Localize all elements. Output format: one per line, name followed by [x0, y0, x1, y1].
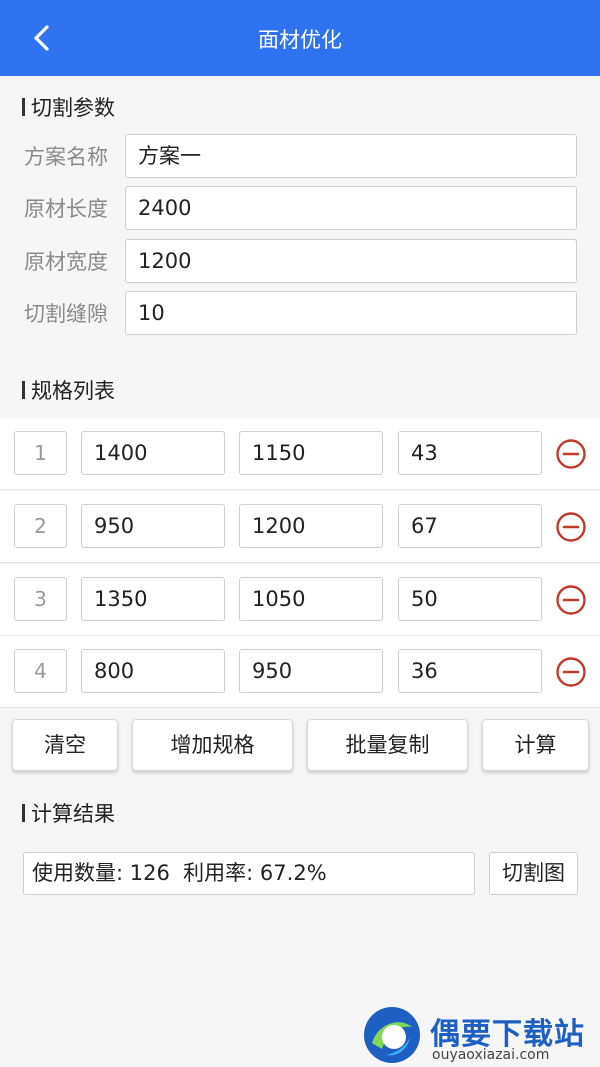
- spec-length-input[interactable]: 1400: [81, 431, 225, 475]
- section-marker: [22, 381, 25, 399]
- watermark: 偶要下载站 ouyaoxiazai.com: [360, 1003, 600, 1067]
- section-title-specs: 规格列表: [22, 375, 115, 405]
- spec-row: 4 800 950 36: [0, 636, 600, 708]
- spec-width-input[interactable]: 1150: [239, 431, 383, 475]
- remove-spec-button[interactable]: [555, 438, 587, 470]
- param-label: 方案名称: [24, 145, 108, 169]
- stock-width-input[interactable]: 1200: [125, 239, 577, 283]
- section-marker: [22, 98, 25, 116]
- section-title-text: 规格列表: [31, 379, 115, 403]
- spec-length-input[interactable]: 1350: [81, 577, 225, 621]
- spec-index: 2: [14, 504, 67, 548]
- minus-circle-icon: [556, 512, 586, 542]
- stock-length-input[interactable]: 2400: [125, 186, 577, 230]
- param-row-plan-name: 方案名称 方案一: [0, 134, 600, 180]
- kerf-input[interactable]: 10: [125, 291, 577, 335]
- clear-button[interactable]: 清空: [12, 719, 118, 771]
- remove-spec-button[interactable]: [555, 511, 587, 543]
- app-header: 面材优化: [0, 0, 600, 76]
- minus-circle-icon: [556, 439, 586, 469]
- spec-index: 1: [14, 431, 67, 475]
- param-row-stock-width: 原材宽度 1200: [0, 239, 600, 285]
- minus-circle-icon: [556, 657, 586, 687]
- section-title-text: 切割参数: [31, 96, 115, 120]
- param-label: 原材宽度: [24, 250, 108, 274]
- spec-index: 4: [14, 649, 67, 693]
- section-title-params: 切割参数: [22, 92, 115, 122]
- section-title-text: 计算结果: [31, 802, 115, 826]
- page-title: 面材优化: [258, 28, 342, 52]
- spec-length-input[interactable]: 800: [81, 649, 225, 693]
- spec-count-input[interactable]: 67: [398, 504, 542, 548]
- section-marker: [22, 804, 25, 822]
- param-row-kerf: 切割缝隙 10: [0, 291, 600, 337]
- param-row-stock-length: 原材长度 2400: [0, 186, 600, 232]
- section-title-result: 计算结果: [22, 798, 115, 828]
- spec-index: 3: [14, 577, 67, 621]
- site-logo-icon: [364, 1007, 420, 1063]
- remove-spec-button[interactable]: [555, 584, 587, 616]
- spec-row: 2 950 1200 67: [0, 491, 600, 563]
- spec-row: 3 1350 1050 50: [0, 564, 600, 636]
- minus-circle-icon: [556, 585, 586, 615]
- spec-count-input[interactable]: 50: [398, 577, 542, 621]
- spec-length-input[interactable]: 950: [81, 504, 225, 548]
- batch-copy-button[interactable]: 批量复制: [307, 719, 468, 771]
- spec-width-input[interactable]: 1200: [239, 504, 383, 548]
- spec-row: 1 1400 1150 43: [0, 418, 600, 490]
- cut-chart-button[interactable]: 切割图: [489, 852, 578, 895]
- result-summary: 使用数量: 126 利用率: 67.2%: [23, 852, 475, 895]
- plan-name-input[interactable]: 方案一: [125, 134, 577, 178]
- remove-spec-button[interactable]: [555, 656, 587, 688]
- spec-width-input[interactable]: 1050: [239, 577, 383, 621]
- spec-width-input[interactable]: 950: [239, 649, 383, 693]
- calculate-button[interactable]: 计算: [482, 719, 589, 771]
- spec-count-input[interactable]: 43: [398, 431, 542, 475]
- add-spec-button[interactable]: 增加规格: [132, 719, 293, 771]
- watermark-url: ouyaoxiazai.com: [432, 1047, 550, 1063]
- param-label: 切割缝隙: [24, 302, 108, 326]
- param-label: 原材长度: [24, 197, 108, 221]
- spec-count-input[interactable]: 36: [398, 649, 542, 693]
